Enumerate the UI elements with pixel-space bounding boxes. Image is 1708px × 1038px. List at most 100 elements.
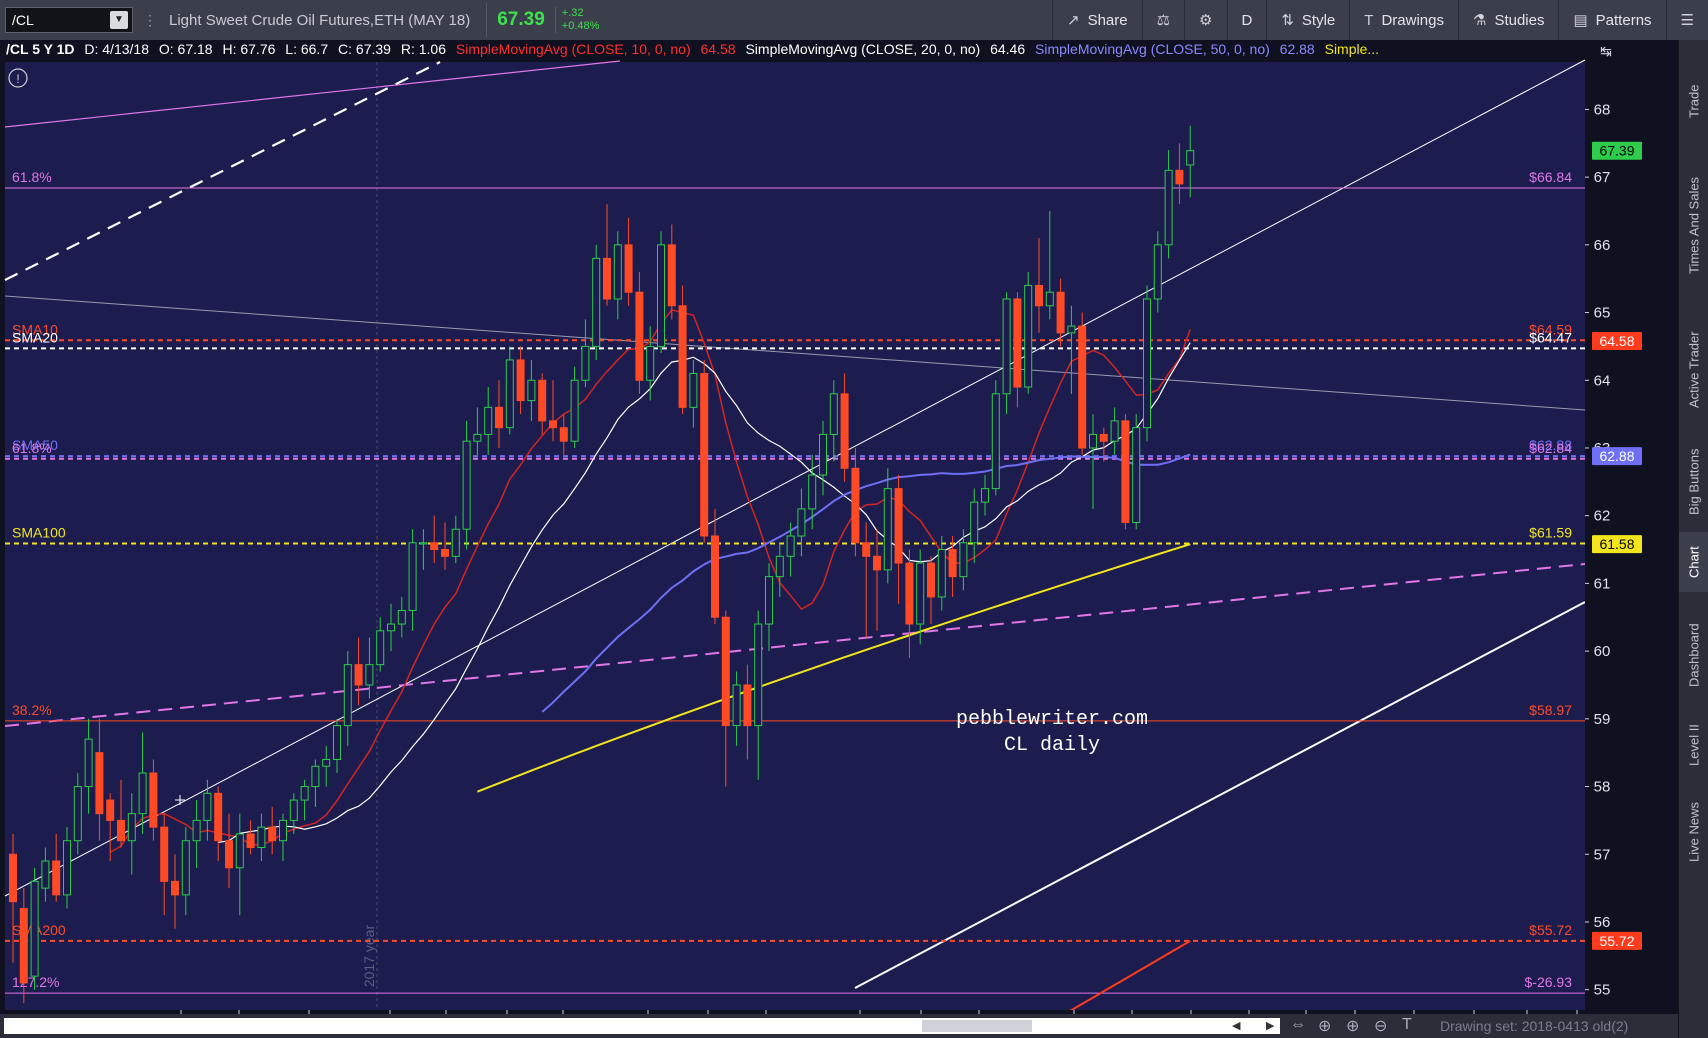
price-axis-label: 67: [1594, 169, 1611, 186]
text-tool-icon[interactable]: T: [1402, 1016, 1412, 1034]
candle-body: [937, 549, 946, 598]
price-chart[interactable]: 2017 year!61.8% $66.84SMA10 $64.59SMA20 $64…: [0, 40, 1678, 1014]
share-icon: ↗: [1066, 12, 1080, 29]
candle-body: [613, 244, 622, 300]
drawing-set-label[interactable]: Drawing set: 2018-0413 old(2): [1440, 1018, 1628, 1034]
candle-body: [495, 406, 503, 429]
bottom-bar: ◀ ▶ ⇔ ⊕ ⊕ ⊖ T Drawing set: 2018-0413 old…: [0, 1014, 1678, 1038]
candle-body: [883, 488, 892, 571]
candle-body: [397, 609, 406, 625]
candle-body: [1186, 150, 1195, 166]
price-axis-label: 66: [1594, 237, 1611, 254]
candle-body: [797, 508, 806, 537]
drawings-button[interactable]: T Drawings: [1349, 0, 1458, 40]
tab-chart[interactable]: Chart: [1679, 532, 1708, 592]
collapse-icon: ↹: [1600, 43, 1612, 59]
info-date: D: 4/13/18: [84, 41, 149, 57]
level-label-right: $64.47: [1529, 329, 1572, 345]
candle-body: [181, 840, 190, 896]
candle-body: [289, 799, 298, 821]
price-marker-label: 67.39: [1599, 143, 1634, 159]
tab-dashboard[interactable]: Dashboard: [1679, 600, 1708, 710]
candle-body: [484, 406, 493, 435]
share-label: Share: [1087, 11, 1128, 29]
candle-body: [1143, 298, 1151, 429]
candle-body: [333, 725, 341, 760]
candle-body: [95, 752, 104, 815]
candle-body: [559, 427, 568, 442]
candle-body: [786, 535, 795, 557]
candle-body: [603, 257, 611, 300]
level-label-right: $-26.93: [1525, 974, 1573, 990]
change-pct: +0.48%: [561, 20, 600, 32]
right-side-panel: Trade Times And Sales Active Trader Big But…: [1678, 40, 1708, 1038]
patterns-button[interactable]: ▤ Patterns: [1558, 0, 1665, 40]
info-close: C: 67.39: [338, 41, 391, 57]
tab-live-news[interactable]: Live News: [1679, 782, 1708, 882]
candle-body: [343, 664, 352, 727]
candle-body: [754, 623, 763, 727]
beaker-icon: ⚗: [1472, 12, 1487, 29]
price-axis-label: 62: [1594, 508, 1611, 525]
price-display: 67.39 +.32 +0.48%: [486, 3, 599, 37]
zoom-out-icon[interactable]: ⊖: [1374, 1016, 1387, 1036]
menu-button[interactable]: ☰: [1665, 0, 1708, 40]
candle-body: [538, 379, 547, 422]
tab-big-buttons[interactable]: Big Buttons: [1679, 438, 1708, 526]
symbol-dropdown-icon[interactable]: ▼: [110, 11, 128, 29]
candle-body: [235, 833, 244, 869]
info-more[interactable]: Simple...: [1325, 41, 1379, 57]
info-sma20: SimpleMovingAvg (CLOSE, 20, 0, no): [745, 41, 981, 57]
price-axis-label: 68: [1594, 101, 1611, 118]
level-label-left: 61.8%: [12, 169, 52, 185]
settings-button[interactable]: ⚙: [1184, 0, 1226, 40]
candle-body: [624, 244, 633, 293]
tab-trade[interactable]: Trade: [1679, 56, 1708, 146]
crosshair-icon[interactable]: ⊕: [1318, 1016, 1331, 1036]
studies-button[interactable]: ⚗ Studies: [1457, 0, 1559, 40]
style-button[interactable]: ⇅ Style: [1266, 0, 1349, 40]
candle-body: [1035, 284, 1043, 307]
symbol-text: /CL: [12, 12, 34, 28]
alert-icon-mark: !: [16, 72, 19, 86]
price-marker-label: 61.58: [1599, 536, 1634, 552]
scroll-thumb[interactable]: [922, 1020, 1032, 1032]
tab-active-trader[interactable]: Active Trader: [1679, 310, 1708, 430]
watermark-text: pebblewriter.com: [956, 708, 1148, 731]
toolbar: /CL ▼ ⋮ Light Sweet Crude Oil Futures,ET…: [0, 0, 1708, 41]
zoom-in-icon[interactable]: ⊕: [1346, 1016, 1359, 1036]
candle-body: [473, 433, 482, 442]
share-button[interactable]: ↗ Share: [1051, 0, 1142, 40]
scroll-left-icon[interactable]: ◀: [1232, 1019, 1240, 1032]
symbol-input[interactable]: /CL ▼: [5, 7, 133, 33]
candle-body: [927, 562, 935, 598]
drag-handle-icon[interactable]: ⋮: [143, 7, 157, 33]
candle-body: [862, 542, 871, 557]
candle-body: [365, 664, 374, 686]
candle-body: [721, 616, 730, 727]
info-low: L: 66.7: [285, 41, 329, 57]
tab-times-and-sales[interactable]: Times And Sales: [1679, 160, 1708, 290]
flask-button[interactable]: ⚖: [1141, 0, 1184, 40]
candle-body: [873, 555, 881, 571]
aggregation-button[interactable]: D: [1226, 0, 1267, 40]
candle-body: [700, 372, 709, 537]
expand-icon[interactable]: ⇔: [1290, 1016, 1306, 1034]
candle-body: [441, 549, 449, 557]
horizontal-scrollbar[interactable]: ◀ ▶: [4, 1018, 1280, 1034]
candle-body: [527, 379, 536, 402]
scroll-right-icon[interactable]: ▶: [1266, 1019, 1274, 1032]
info-sma50: SimpleMovingAvg (CLOSE, 50, 0, no): [1035, 41, 1270, 57]
candle-body: [149, 772, 158, 828]
candle-body: [570, 379, 579, 442]
candle-body: [678, 305, 687, 408]
candle-body: [160, 826, 169, 882]
candle-body: [30, 880, 39, 977]
tab-level-ii[interactable]: Level II: [1679, 716, 1708, 774]
candle-body: [63, 840, 71, 896]
chart-subtitle: CL daily: [1004, 734, 1100, 757]
candle-body: [268, 826, 277, 842]
candle-body: [970, 501, 979, 544]
candle-body: [689, 372, 698, 408]
menu-icon: ☰: [1680, 12, 1694, 29]
